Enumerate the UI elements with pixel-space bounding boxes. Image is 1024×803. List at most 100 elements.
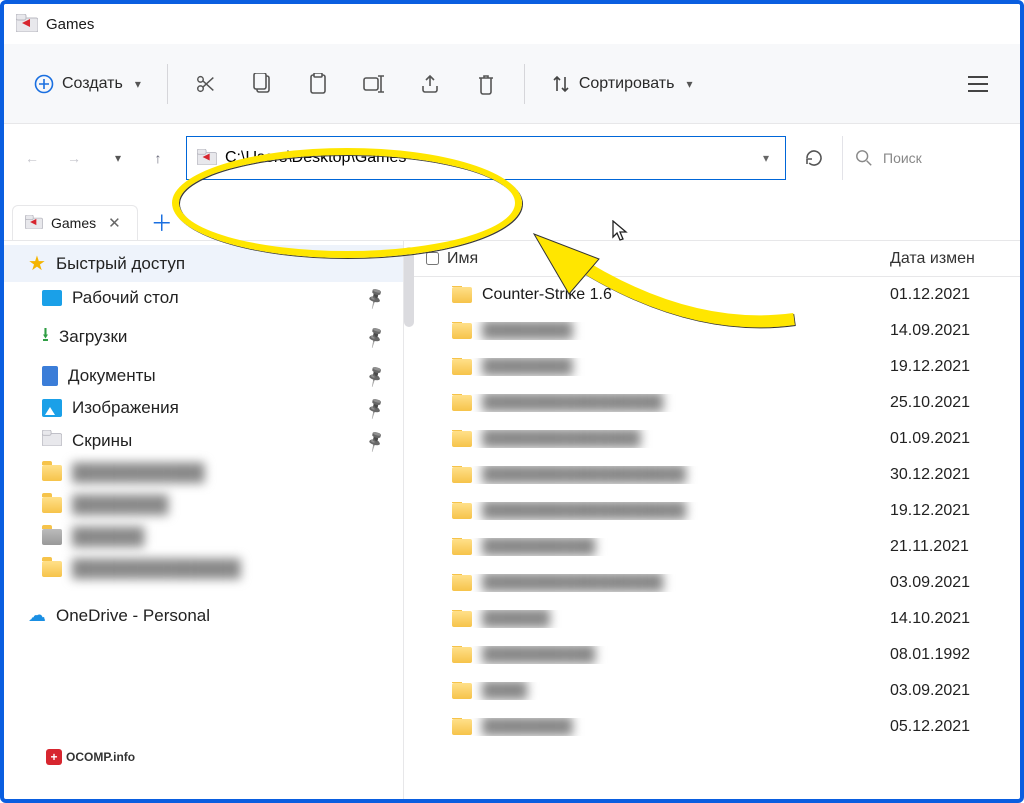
navigation-row: ← → ▾ ↑ ▾ Поиск [4, 124, 1020, 192]
folder-icon [16, 14, 38, 35]
folder-icon [42, 529, 62, 545]
close-tab-button[interactable]: ✕ [104, 214, 125, 232]
cut-button[interactable] [182, 60, 230, 108]
sidebar-item-blurred[interactable]: ██████ [4, 521, 403, 553]
sidebar-item-blurred[interactable]: ███████████ [4, 457, 403, 489]
divider [167, 64, 168, 104]
back-button[interactable]: ← [14, 140, 50, 176]
file-row[interactable]: ████████19.12.2021 [414, 349, 1020, 385]
file-date: 05.12.2021 [890, 718, 1020, 736]
sidebar-item-blurred[interactable]: ██████████████ [4, 553, 403, 585]
trash-icon [476, 73, 496, 95]
recent-locations-button[interactable]: ▾ [98, 140, 134, 176]
sidebar[interactable]: ★ Быстрый доступ Рабочий стол ⭳ Загрузки… [4, 241, 404, 799]
desktop-icon [42, 290, 62, 306]
sidebar-item-label: ██████████████ [72, 559, 241, 579]
file-name: ██████████████ [482, 430, 641, 448]
sidebar-quick-access[interactable]: ★ Быстрый доступ [4, 245, 403, 282]
address-input[interactable] [225, 149, 757, 167]
file-row[interactable]: ██████████████01.09.2021 [414, 421, 1020, 457]
sidebar-item-label: ████████ [72, 495, 168, 515]
column-headers[interactable]: Имя Дата измен [414, 241, 1020, 277]
up-button[interactable]: ↑ [140, 140, 176, 176]
file-name: ██████████ [482, 538, 595, 556]
refresh-button[interactable] [792, 136, 836, 180]
file-date: 19.12.2021 [890, 502, 1020, 520]
folder-icon [452, 323, 472, 339]
pictures-icon [42, 399, 62, 417]
sidebar-item-onedrive[interactable]: ☁ OneDrive - Personal [4, 599, 403, 632]
file-row[interactable]: ████████ 14.09.2021 [414, 313, 1020, 349]
tabs-row: Games ✕ ＋ [4, 192, 1020, 240]
file-row[interactable]: ██████ 14.10.2021 [414, 601, 1020, 637]
sidebar-item-documents[interactable]: Документы [4, 360, 403, 392]
folder-icon [25, 215, 43, 232]
column-date: Дата измен [890, 250, 1020, 268]
star-icon: ★ [28, 251, 46, 276]
watermark: + OCOMP.info [40, 747, 141, 767]
share-icon [419, 74, 441, 94]
copy-button[interactable] [238, 60, 286, 108]
rename-button[interactable] [350, 60, 398, 108]
folder-icon [197, 149, 217, 168]
new-button[interactable]: Создать ▾ [22, 66, 153, 102]
forward-button[interactable]: → [56, 140, 92, 176]
folder-icon [452, 611, 472, 627]
file-row[interactable]: ██████████████████19.12.2021 [414, 493, 1020, 529]
file-date: 14.09.2021 [890, 322, 1020, 340]
sidebar-item-screenshots[interactable]: Скрины [4, 424, 403, 457]
window-title: Games [46, 16, 94, 33]
folder-icon [452, 719, 472, 735]
sidebar-item-desktop[interactable]: Рабочий стол [4, 282, 403, 314]
file-name: ████████ [482, 718, 573, 736]
sidebar-item-label: Скрины [72, 431, 132, 451]
file-date: 08.01.1992 [890, 646, 1020, 664]
delete-button[interactable] [462, 60, 510, 108]
folder-icon [42, 465, 62, 481]
column-name: Имя [447, 250, 478, 268]
sort-button[interactable]: Сортировать ▾ [539, 66, 705, 102]
download-icon: ⭳ [42, 320, 49, 354]
select-all-checkbox[interactable] [426, 252, 439, 265]
file-name: ██████ [482, 610, 550, 628]
add-tab-button[interactable]: ＋ [144, 204, 180, 240]
sort-icon [551, 74, 571, 94]
share-button[interactable] [406, 60, 454, 108]
clipboard-icon [308, 73, 328, 95]
sidebar-item-label: ███████████ [72, 463, 205, 483]
arrow-up-icon: ↑ [155, 150, 162, 166]
address-bar[interactable]: ▾ [186, 136, 786, 180]
chevron-down-icon: ▾ [115, 151, 121, 165]
search-icon [855, 149, 873, 167]
chevron-down-icon: ▾ [686, 77, 692, 91]
new-button-label: Создать [62, 75, 123, 93]
search-box[interactable]: Поиск [842, 136, 982, 180]
file-row[interactable]: ██████████21.11.2021 [414, 529, 1020, 565]
file-row[interactable]: ████████████████03.09.2021 [414, 565, 1020, 601]
folder-icon [452, 683, 472, 699]
file-name: ██████████ [482, 646, 595, 664]
paste-button[interactable] [294, 60, 342, 108]
folder-icon [452, 359, 472, 375]
file-row[interactable]: ██████████████████30.12.2021 [414, 457, 1020, 493]
file-date: 30.12.2021 [890, 466, 1020, 484]
file-row[interactable]: ████████████████25.10.2021 [414, 385, 1020, 421]
file-row[interactable]: Counter-Strike 1.601.12.2021 [414, 277, 1020, 313]
file-name: ████ [482, 682, 527, 700]
scrollbar[interactable] [404, 247, 414, 327]
file-row[interactable]: ████03.09.2021 [414, 673, 1020, 709]
tab-games[interactable]: Games ✕ [12, 205, 138, 240]
file-date: 25.10.2021 [890, 394, 1020, 412]
file-date: 14.10.2021 [890, 610, 1020, 628]
file-name: ████████ [482, 322, 573, 340]
sidebar-item-pictures[interactable]: Изображения [4, 392, 403, 424]
folder-icon [452, 431, 472, 447]
address-dropdown-button[interactable]: ▾ [757, 151, 775, 165]
sidebar-item-downloads[interactable]: ⭳ Загрузки [4, 314, 403, 360]
divider [524, 64, 525, 104]
view-menu-button[interactable] [954, 60, 1002, 108]
file-row[interactable]: ██████████ 08.01.1992 [414, 637, 1020, 673]
sidebar-item-blurred[interactable]: ████████ [4, 489, 403, 521]
file-row[interactable]: ████████ 05.12.2021 [414, 709, 1020, 745]
folder-icon [452, 575, 472, 591]
